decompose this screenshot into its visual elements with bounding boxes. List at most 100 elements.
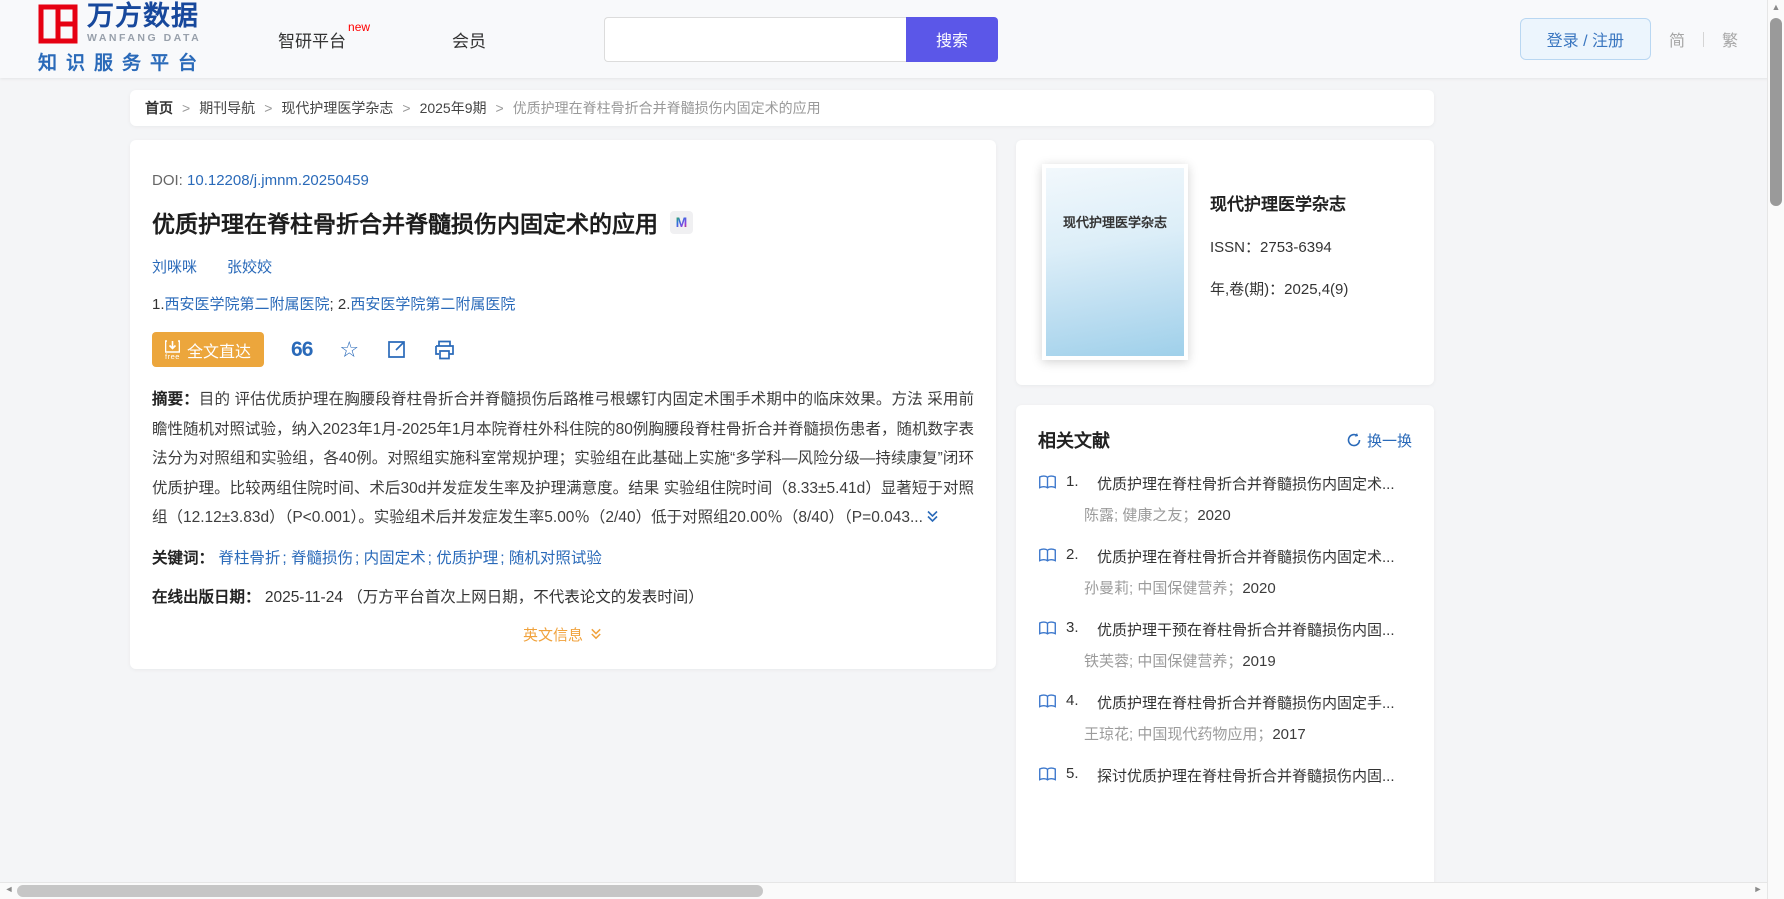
- lang-simplified[interactable]: 简: [1669, 27, 1685, 51]
- breadcrumb-separator: >: [264, 100, 273, 116]
- export-share-icon[interactable]: [386, 339, 407, 360]
- lang-traditional[interactable]: 繁: [1722, 27, 1738, 51]
- keyword-link[interactable]: 脊髓损伤: [291, 550, 353, 567]
- new-badge: new: [348, 19, 371, 34]
- related-item-title[interactable]: 优质护理在脊柱骨折合并脊髓损伤内固定术...: [1097, 546, 1395, 567]
- refresh-related-button[interactable]: 换一换: [1346, 430, 1412, 451]
- lang-divider: [1702, 31, 1704, 47]
- affiliation-num: 2.: [337, 296, 351, 313]
- login-register-button[interactable]: 登录 / 注册: [1519, 18, 1651, 60]
- abstract-expand-icon[interactable]: [925, 505, 940, 535]
- affiliation-num: 1.: [152, 296, 165, 313]
- related-item-title[interactable]: 优质护理在脊柱骨折合并脊髓损伤内固定术...: [1097, 473, 1395, 494]
- related-item-title[interactable]: 探讨优质护理在脊柱骨折合并脊髓损伤内固...: [1097, 765, 1395, 786]
- book-icon: [1038, 474, 1057, 494]
- doi-row: DOI: 10.12208/j.jmnm.20250459: [152, 172, 974, 189]
- related-item-year: 2017: [1272, 726, 1306, 743]
- scroll-left-arrow-icon[interactable]: ◄: [1, 884, 17, 894]
- nav-item-zhiyan[interactable]: 智研平台new: [278, 20, 370, 52]
- author-link[interactable]: 张姣姣: [227, 256, 272, 277]
- related-item-year: 2019: [1242, 653, 1276, 670]
- book-icon: [1038, 693, 1057, 713]
- related-item-num: 5.: [1066, 765, 1079, 782]
- journal-volume-row: 年,卷(期)：2025,4(9): [1210, 278, 1348, 299]
- related-item-year: 2020: [1197, 507, 1231, 524]
- list-item: 3. 优质护理干预在脊柱骨折合并脊髓损伤内固... 铁芙蓉; 中国保健营养；20…: [1038, 619, 1412, 671]
- keyword-sep: ;: [427, 549, 437, 567]
- keyword-sep: ;: [500, 549, 509, 567]
- breadcrumb-issue[interactable]: 2025年9期: [420, 98, 487, 118]
- authors-row: 刘咪咪 张姣姣: [152, 256, 974, 277]
- affiliation-link[interactable]: 西安医学院第二附属医院: [350, 296, 515, 313]
- english-info-toggle[interactable]: 英文信息: [152, 624, 974, 645]
- nav-item-member[interactable]: 会员: [452, 27, 486, 52]
- abstract-text: 目的 评估优质护理在胸腰段脊柱骨折合并脊髓损伤后路椎弓根螺钉内固定术围手术期中的…: [152, 391, 974, 526]
- keyword-link[interactable]: 优质护理: [436, 550, 498, 567]
- related-card: 相关文献 换一换 1. 优质护理在脊柱骨折合并脊髓损伤内固定术... 陈露; 健…: [1016, 405, 1434, 899]
- sidebar: 现代护理医学杂志 现代护理医学杂志 ISSN：2753-6394 年,卷(期)：…: [1016, 140, 1434, 899]
- abstract: 摘要：目的 评估优质护理在胸腰段脊柱骨折合并脊髓损伤后路椎弓根螺钉内固定术围手术…: [152, 385, 974, 535]
- affiliations-row: 1.西安医学院第二附属医院; 2.西安医学院第二附属医院: [152, 293, 974, 314]
- vertical-scrollbar-thumb[interactable]: [1770, 18, 1782, 206]
- keyword-link[interactable]: 内固定术: [364, 550, 426, 567]
- related-item-title[interactable]: 优质护理在脊柱骨折合并脊髓损伤内固定手...: [1097, 692, 1395, 713]
- keyword-link[interactable]: 脊柱骨折: [218, 550, 280, 567]
- logo-cn-text: 万方数据: [87, 1, 199, 31]
- fulltext-button[interactable]: free 全文直达: [152, 332, 265, 367]
- related-item-meta: 陈露; 健康之友；: [1084, 507, 1198, 524]
- related-item-title[interactable]: 优质护理干预在脊柱骨折合并脊髓损伤内固...: [1097, 619, 1395, 640]
- keyword-link[interactable]: 随机对照试验: [509, 550, 602, 567]
- volume-label: 年,卷(期)：: [1210, 281, 1285, 298]
- journal-issn-row: ISSN：2753-6394: [1210, 236, 1348, 257]
- breadcrumb-journal-nav[interactable]: 期刊导航: [199, 98, 255, 118]
- horizontal-scrollbar[interactable]: ◄ ►: [0, 882, 1784, 899]
- doi-link[interactable]: 10.12208/j.jmnm.20250459: [187, 172, 369, 189]
- breadcrumb-separator: >: [495, 100, 504, 116]
- search-button[interactable]: 搜索: [906, 16, 999, 62]
- refresh-icon: [1346, 432, 1362, 448]
- keywords-label: 关键词：: [152, 549, 215, 567]
- breadcrumb-home[interactable]: 首页: [145, 98, 173, 118]
- header-right: 登录 / 注册 简 繁: [1519, 18, 1738, 60]
- vertical-scrollbar[interactable]: ▲: [1767, 0, 1784, 899]
- list-item: 4. 优质护理在脊柱骨折合并脊髓损伤内固定手... 王琼花; 中国现代药物应用；…: [1038, 692, 1412, 744]
- doi-label: DOI:: [152, 172, 183, 189]
- author-link[interactable]: 刘咪咪: [152, 256, 197, 277]
- print-icon[interactable]: [434, 340, 455, 360]
- breadcrumb-journal[interactable]: 现代护理医学杂志: [281, 98, 393, 118]
- related-item-meta: 铁芙蓉; 中国保健营养；: [1084, 653, 1243, 670]
- search-input[interactable]: [604, 16, 907, 62]
- horizontal-scrollbar-thumb[interactable]: [17, 885, 763, 897]
- scroll-right-arrow-icon[interactable]: ►: [1750, 884, 1766, 894]
- keyword-sep: ;: [354, 549, 364, 567]
- journal-cover[interactable]: 现代护理医学杂志: [1042, 164, 1188, 360]
- pubdate-label: 在线出版日期：: [152, 588, 261, 606]
- fulltext-label: 全文直达: [187, 343, 252, 361]
- pubdate-value: 2025-11-24: [264, 588, 343, 606]
- cite-icon[interactable]: 66: [291, 339, 313, 360]
- wanfang-logo-icon: [38, 4, 78, 44]
- related-item-year: 2020: [1242, 580, 1276, 597]
- site-header: 万方数据 WANFANG DATA 知识服务平台 智研平台new 会员 搜索 登…: [0, 0, 1784, 78]
- wanfang-logo[interactable]: 万方数据 WANFANG DATA 知识服务平台: [38, 3, 206, 75]
- related-title: 相关文献: [1038, 431, 1110, 451]
- logo-en-text: WANFANG DATA: [87, 32, 202, 44]
- scroll-up-arrow-icon[interactable]: ▲: [1768, 2, 1784, 12]
- related-item-num: 4.: [1066, 692, 1079, 709]
- journal-name[interactable]: 现代护理医学杂志: [1210, 190, 1348, 215]
- refresh-label: 换一换: [1366, 432, 1412, 450]
- affiliation-link[interactable]: 西安医学院第二附属医院: [165, 296, 330, 313]
- breadcrumb-current: 优质护理在脊柱骨折合并脊髓损伤内固定术的应用: [512, 100, 821, 116]
- page-content: 首页 > 期刊导航 > 现代护理医学杂志 > 2025年9期 > 优质护理在脊柱…: [130, 78, 1434, 899]
- favorite-star-icon[interactable]: ☆: [339, 338, 359, 360]
- m-badge-icon: M: [670, 210, 693, 234]
- related-list: 1. 优质护理在脊柱骨折合并脊髓损伤内固定术... 陈露; 健康之友；2020 …: [1038, 473, 1412, 786]
- article-toolbar: free 全文直达 66 ☆: [152, 332, 974, 367]
- searchbar: 搜索: [604, 16, 999, 62]
- list-item: 2. 优质护理在脊柱骨折合并脊髓损伤内固定术... 孙曼莉; 中国保健营养；20…: [1038, 546, 1412, 598]
- pubdate-row: 在线出版日期： 2025-11-24 （万方平台首次上网日期，不代表论文的发表时…: [152, 583, 974, 612]
- journal-card: 现代护理医学杂志 现代护理医学杂志 ISSN：2753-6394 年,卷(期)：…: [1016, 140, 1434, 385]
- volume-value: 2025,4(9): [1284, 281, 1349, 298]
- book-icon: [1038, 766, 1057, 786]
- related-item-meta: 孙曼莉; 中国保健营养；: [1084, 580, 1243, 597]
